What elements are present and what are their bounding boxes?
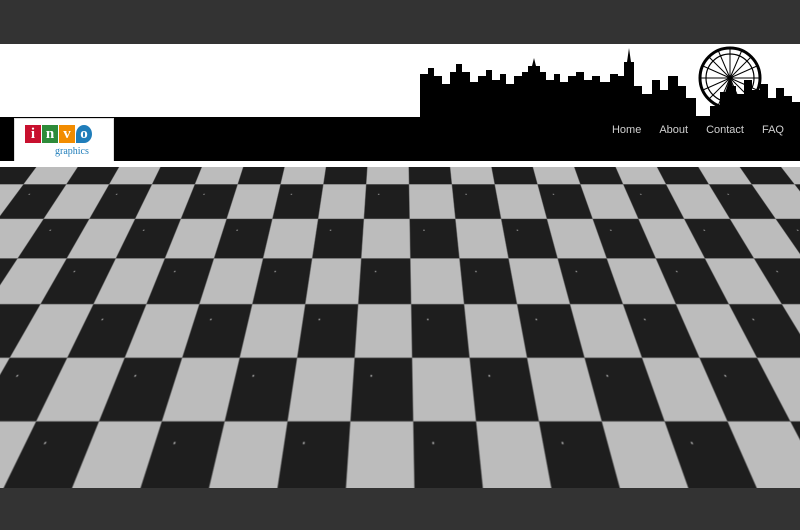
chevron-left-icon [52,326,64,344]
nav-contact[interactable]: Contact [706,124,744,136]
logo-letter-v: v [59,125,75,143]
carousel-next-button[interactable] [734,326,748,344]
user-group-icon[interactable] [450,474,470,488]
hero-description: Concept to delivery, creative ideas and … [174,297,626,383]
chevron-right-icon [736,326,748,344]
logo-letter-o: o [76,125,92,143]
website-frame: i n v o graphics Home About Contact FAQ [0,44,800,488]
nav-about[interactable]: About [659,124,688,136]
hero-carousel: Where Imagination meets Creation! Concep… [0,167,800,488]
video-camera-icon[interactable] [210,474,230,488]
brand-logo[interactable]: i n v o graphics [14,118,114,162]
film-reel-icon[interactable] [330,474,350,488]
search-globe-icon[interactable] [570,474,590,488]
carousel-prev-button[interactable] [52,326,66,344]
logo-letter-n: n [42,125,58,143]
logo-letter-i: i [25,125,41,143]
main-nav: Home About Contact FAQ [612,124,784,136]
features-bar [160,462,640,488]
logo-subtitle: graphics [55,146,89,157]
nav-faq[interactable]: FAQ [762,124,784,136]
hero-title: Where Imagination meets Creation! [228,264,572,284]
london-skyline-icon [420,46,800,118]
header-top [0,44,800,118]
logo-letters: i n v o [25,125,92,145]
nav-home[interactable]: Home [612,124,641,136]
